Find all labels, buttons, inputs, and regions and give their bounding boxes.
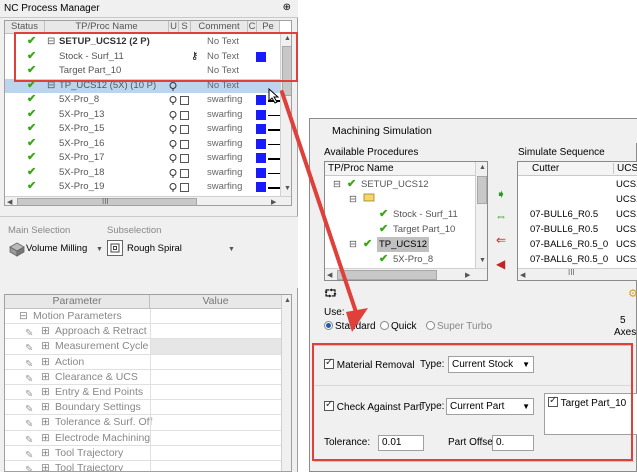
annotation-arrow: [280, 90, 368, 332]
